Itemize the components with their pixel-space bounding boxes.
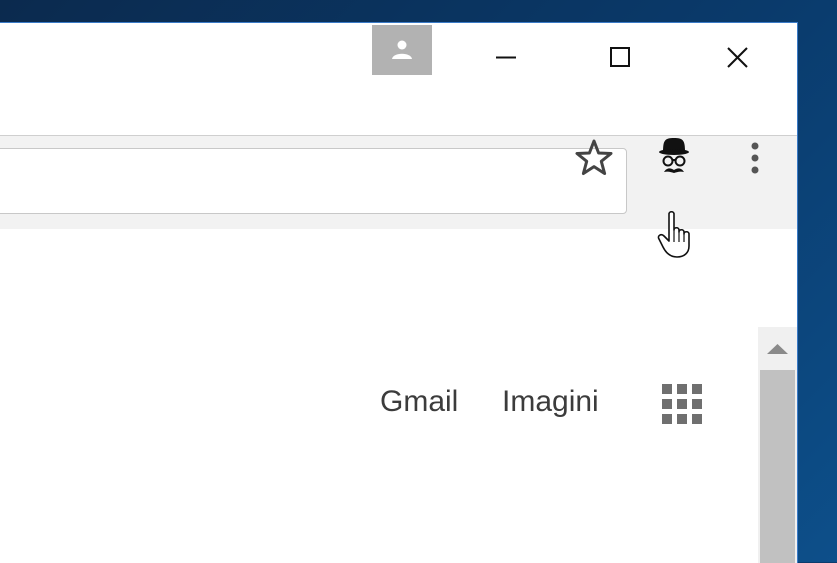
- images-link[interactable]: Imagini: [502, 387, 599, 417]
- browser-window: Gmail Imagini: [0, 22, 798, 563]
- menu-button[interactable]: [742, 138, 768, 178]
- scrollbar-thumb[interactable]: [760, 370, 795, 563]
- vertical-scrollbar[interactable]: [758, 327, 797, 563]
- apps-button[interactable]: [662, 384, 704, 426]
- page-header-area: [0, 229, 797, 328]
- close-button[interactable]: [708, 33, 768, 83]
- close-icon: [727, 47, 748, 68]
- star-icon: [575, 139, 613, 175]
- page-content: Gmail Imagini: [0, 327, 758, 563]
- incognito-mustache-icon: [659, 138, 689, 173]
- person-icon: [392, 40, 412, 59]
- address-bar[interactable]: [0, 148, 627, 214]
- scroll-up-button[interactable]: [758, 327, 797, 369]
- minimize-button[interactable]: [476, 33, 536, 83]
- minimize-icon: [496, 56, 516, 59]
- extension-button[interactable]: [651, 134, 697, 180]
- apps-grid-icon: [662, 384, 702, 424]
- gmail-link[interactable]: Gmail: [380, 387, 458, 417]
- title-bar: [0, 23, 797, 135]
- bookmark-star-button[interactable]: [574, 138, 614, 178]
- maximize-button[interactable]: [591, 33, 651, 83]
- kebab-menu-icon: [751, 142, 759, 174]
- scroll-up-arrow-icon: [767, 344, 788, 354]
- profile-button[interactable]: [372, 25, 432, 75]
- maximize-icon: [610, 47, 630, 67]
